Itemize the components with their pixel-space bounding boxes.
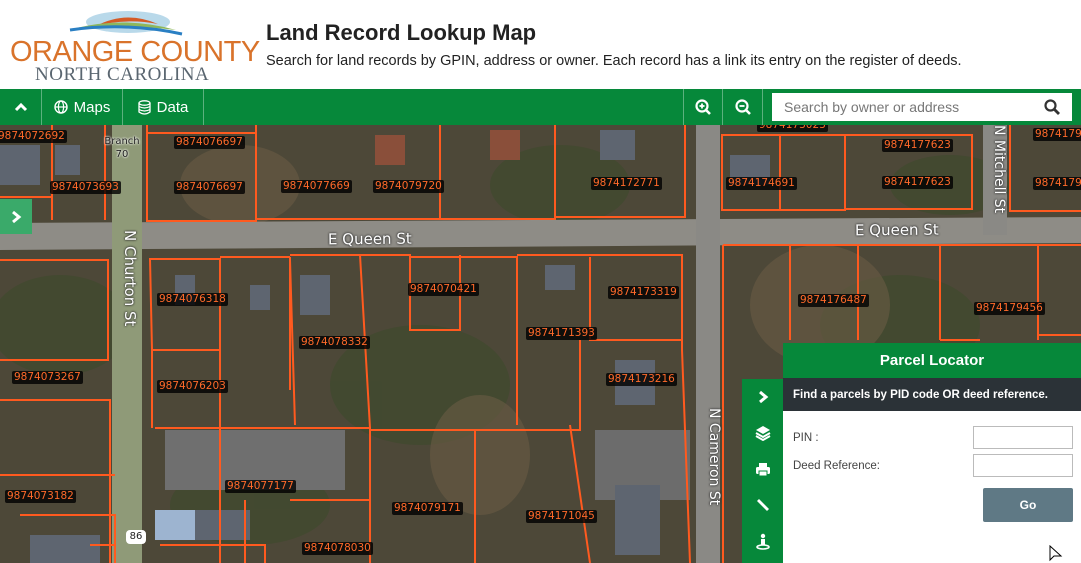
page-title: Land Record Lookup Map [266,20,537,45]
parcel-label[interactable]: 9874171045 [526,510,597,523]
parcel-label[interactable]: 9874077669 [281,180,352,193]
panel-description: Find a parcels by PID code OR deed refer… [783,378,1081,411]
parcel-label[interactable]: 9874079171 [392,502,463,515]
deed-reference-input[interactable] [973,454,1073,477]
page-subtitle: Search for land records by GPIN, address… [266,53,962,69]
parcel-label[interactable]: 9874073693 [50,181,121,194]
deed-reference-label: Deed Reference: [793,460,880,472]
parcel-label[interactable]: 9874177623 [882,139,953,152]
collapse-panel-button[interactable] [742,379,783,415]
parcel-label[interactable]: 9874073182 [5,490,76,503]
parcel-label[interactable]: 9874078030 [302,542,373,555]
street-view-icon [755,533,770,550]
parcel-label[interactable]: 9874173023 [757,125,828,132]
print-icon [755,462,770,476]
go-button[interactable]: Go [983,488,1073,522]
measure-button[interactable] [742,487,783,523]
chevron-right-icon [12,210,22,223]
data-label: Data [156,98,189,116]
parcel-label[interactable]: 9874073267 [12,371,83,384]
orange-county-logo[interactable]: ORANGE COUNTY NORTH CAROLINA [8,8,260,85]
print-button[interactable] [742,451,783,487]
zoom-out-button[interactable] [723,89,763,125]
parcel-label[interactable]: 9874070421 [408,283,479,296]
parcel-label[interactable]: 9874072692 [0,130,67,143]
zoom-in-icon [695,99,711,115]
parcel-label[interactable]: 9874177623 [882,176,953,189]
maps-label: Maps [73,98,111,116]
layers-icon [755,426,770,441]
parcel-label[interactable]: 9874174691 [726,177,797,190]
street-label-n-churton-st: N Churton St [121,230,139,327]
route-shield-branch-70: Branch 70 [104,136,140,160]
street-label-n-mitchell-st: N Mitchell St [991,125,1007,214]
parcel-label[interactable]: 9874173319 [608,286,679,299]
parcel-label[interactable]: 9874077177 [225,480,296,493]
layers-button[interactable] [742,415,783,451]
map-tools-bar [742,379,783,563]
parcel-locator-panel: Parcel Locator Find a parcels by PID cod… [783,343,1081,563]
database-icon [138,99,151,115]
street-view-button[interactable] [742,523,783,559]
collapse-header-button[interactable] [0,89,42,125]
zoom-out-icon [734,99,751,115]
maps-button[interactable]: Maps [42,89,123,125]
parcel-label[interactable]: 9874076318 [157,293,228,306]
parcel-label[interactable]: 9874176487 [798,294,869,307]
parcel-label[interactable]: 9874179650 [1033,128,1081,141]
pin-input[interactable] [973,426,1073,449]
mouse-cursor-icon [1049,545,1063,562]
search-icon[interactable] [1044,99,1060,115]
street-label-e-queen-st: E Queen St [854,220,939,240]
parcel-label[interactable]: 9874076697 [174,136,245,149]
open-sidebar-button[interactable] [0,199,32,234]
header: ORANGE COUNTY NORTH CAROLINA Land Record… [0,0,1081,89]
pin-label: PIN : [793,432,819,444]
panel-title: Parcel Locator [783,343,1081,378]
data-button[interactable]: Data [123,89,204,125]
parcel-label[interactable]: 9874172771 [591,177,662,190]
street-label-e-queen-st: E Queen St [327,229,412,249]
measure-icon [756,499,769,511]
parcel-label[interactable]: 9874078332 [299,336,370,349]
parcel-label[interactable]: 9874076203 [157,380,228,393]
route-shield-86: 86 [126,530,146,544]
globe-icon [53,100,68,114]
parcel-label[interactable]: 9874171393 [526,327,597,340]
search-box [772,93,1072,121]
chevron-right-icon [758,390,768,404]
parcel-label[interactable]: 9874076697 [174,181,245,194]
parcel-label[interactable]: 9874179650 [1033,177,1081,190]
parcel-label[interactable]: 9874079720 [373,180,444,193]
chevron-up-icon [14,102,27,112]
street-label-n-cameron-st: N Cameron St [706,408,722,506]
logo-sub-text: NORTH CAROLINA [35,64,210,85]
search-input[interactable] [772,93,1034,121]
parcel-label[interactable]: 9874173216 [606,373,677,386]
parcel-label[interactable]: 9874179456 [974,302,1045,315]
zoom-in-button[interactable] [683,89,723,125]
